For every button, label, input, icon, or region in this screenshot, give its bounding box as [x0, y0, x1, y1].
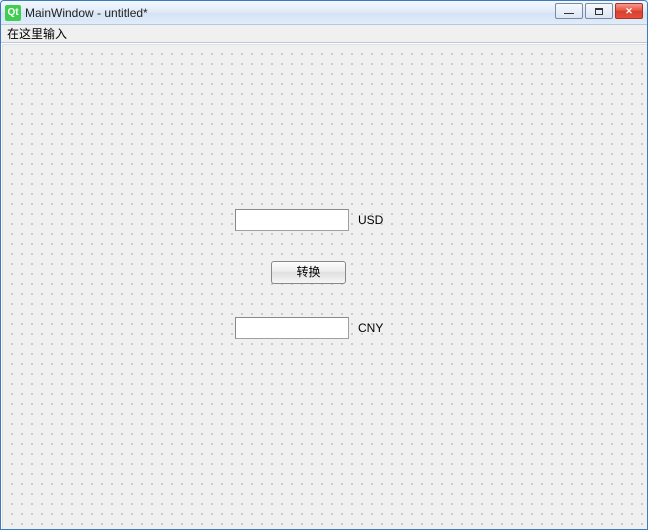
maximize-icon: [595, 8, 603, 15]
close-button[interactable]: ✕: [615, 3, 643, 19]
window-title: MainWindow - untitled*: [25, 6, 148, 20]
main-window: Qt MainWindow - untitled* ✕ 在这里输入 USD 转换…: [0, 0, 648, 530]
usd-label: USD: [358, 213, 383, 227]
cny-label: CNY: [358, 321, 383, 335]
titlebar: Qt MainWindow - untitled* ✕: [1, 1, 647, 25]
close-icon: ✕: [625, 6, 633, 17]
menubar[interactable]: 在这里输入: [1, 25, 647, 43]
usd-input[interactable]: [235, 209, 349, 231]
minimize-button[interactable]: [555, 3, 583, 19]
minimize-icon: [564, 13, 574, 14]
designer-canvas[interactable]: USD 转换 CNY: [2, 44, 648, 530]
convert-button[interactable]: 转换: [271, 261, 346, 284]
window-controls: ✕: [555, 3, 643, 19]
cny-input[interactable]: [235, 317, 349, 339]
qt-logo-icon: Qt: [5, 5, 21, 21]
menubar-type-here[interactable]: 在这里输入: [7, 25, 67, 42]
maximize-button[interactable]: [585, 3, 613, 19]
